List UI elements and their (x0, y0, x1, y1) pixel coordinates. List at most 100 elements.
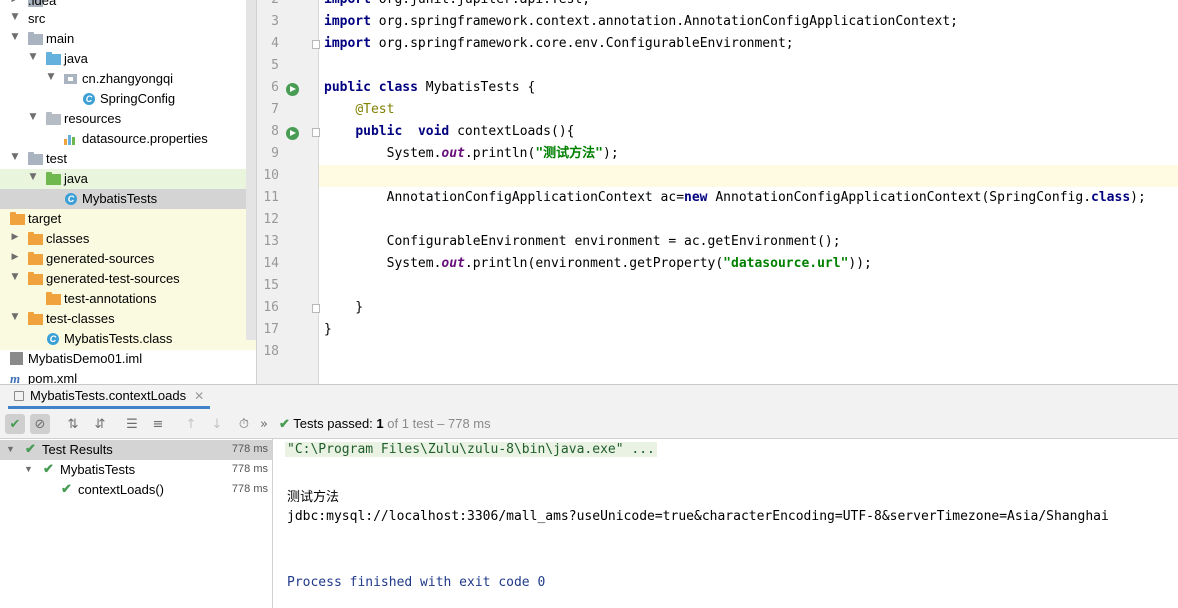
console-output[interactable]: "C:\Program Files\Zulu\zulu-8\bin\java.e… (274, 439, 1178, 608)
tree-item-main-java[interactable]: ▼ java (0, 49, 246, 69)
chevron-down-icon[interactable]: ▼ (10, 32, 20, 42)
expand-all-button[interactable]: ☰ (122, 414, 142, 434)
tree-item-test-java[interactable]: ▼ java (0, 169, 246, 189)
code-line[interactable] (319, 55, 1178, 77)
class-icon: C (82, 92, 97, 106)
chevron-down-icon[interactable]: ▼ (28, 52, 38, 62)
line-number: 6 (271, 80, 279, 95)
tree-item-label: MybatisTests.class (64, 331, 173, 346)
chevron-down-icon[interactable]: ▼ (10, 152, 20, 162)
chevron-down-icon[interactable]: ▼ (10, 272, 20, 282)
excluded-folder-icon (28, 232, 43, 246)
chevron-down-icon[interactable]: ▼ (28, 112, 38, 122)
more-chevron-icon[interactable]: » (254, 414, 274, 434)
tree-item-resources[interactable]: ▼ resources (0, 109, 246, 129)
chevron-down-icon[interactable]: ▼ (10, 312, 20, 322)
properties-file-icon (64, 132, 79, 146)
tree-item-datasource-properties[interactable]: datasource.properties (0, 129, 246, 149)
result-row-method[interactable]: ✔ contextLoads() 778 ms (0, 480, 272, 500)
tree-item-generated-test-sources[interactable]: ▼ generated-test-sources (0, 269, 246, 289)
code-line[interactable]: AnnotationConfigApplicationContext ac=ne… (319, 187, 1178, 209)
passed-icon: ✔ (43, 461, 54, 476)
result-row-root[interactable]: ▼ ✔ Test Results 778 ms (0, 440, 272, 460)
excluded-folder-icon (28, 272, 43, 286)
line-number: 15 (263, 278, 279, 293)
line-number: 16 (263, 300, 279, 315)
chevron-right-icon[interactable]: ▶ (10, 0, 20, 4)
code-line[interactable]: } (319, 297, 1178, 319)
code-line[interactable]: import org.springframework.core.env.Conf… (319, 33, 1178, 55)
sort-by-duration-button[interactable]: ⇵ (90, 414, 110, 434)
code-line[interactable]: import org.junit.jupiter.api.Test; (319, 0, 1178, 11)
editor-gutter[interactable]: 2 3 4 5 6 7 8 9 10 11 12 13 14 15 16 17 … (257, 0, 320, 384)
close-icon[interactable]: ✕ (194, 389, 204, 403)
code-line-current[interactable] (319, 165, 1178, 187)
chevron-down-icon[interactable]: ▼ (24, 464, 33, 474)
code-line[interactable] (319, 209, 1178, 231)
status-prefix: Tests passed: (293, 416, 373, 431)
tree-item-mybatistests-class[interactable]: C MybatisTests.class (0, 329, 246, 349)
code-line[interactable]: System.out.println("测试方法"); (319, 143, 1178, 165)
code-editor[interactable]: 2 3 4 5 6 7 8 9 10 11 12 13 14 15 16 17 … (256, 0, 1178, 384)
run-config-icon (14, 390, 24, 401)
line-number: 17 (263, 322, 279, 337)
passed-icon: ✔ (61, 481, 72, 496)
tree-item-label: test-classes (46, 311, 115, 326)
run-class-icon[interactable] (286, 83, 299, 96)
tree-item-src[interactable]: ▼ src (0, 9, 246, 29)
result-time: 778 ms (231, 463, 268, 475)
next-test-button[interactable]: ↓ (207, 414, 227, 434)
code-line[interactable]: System.out.println(environment.getProper… (319, 253, 1178, 275)
status-count: 1 (376, 416, 384, 431)
ide-window: ▶ .idea ▼ src ▼ main ▼ java ▼ cn.zhangyo… (0, 0, 1178, 608)
code-line[interactable]: import org.springframework.context.annot… (319, 11, 1178, 33)
show-ignored-button[interactable]: ⊘ (30, 414, 50, 434)
tree-item-test-classes[interactable]: ▼ test-classes (0, 309, 246, 329)
tree-item-target[interactable]: target (0, 209, 246, 229)
result-row-class[interactable]: ▼ ✔ MybatisTests 778 ms (0, 460, 272, 480)
code-line[interactable]: } (319, 319, 1178, 341)
tree-item-springconfig[interactable]: C SpringConfig (0, 89, 246, 109)
project-tree-scrollbar[interactable] (246, 0, 256, 340)
tree-item-test[interactable]: ▼ test (0, 149, 246, 169)
tree-item-pom[interactable]: m pom.xml (0, 369, 246, 384)
tree-item-generated-sources[interactable]: ▶ generated-sources (0, 249, 246, 269)
test-results-tree: ▼ ✔ Test Results 778 ms ▼ ✔ MybatisTests… (0, 439, 273, 608)
tree-item-package[interactable]: ▼ cn.zhangyongqi (0, 69, 246, 89)
chevron-down-icon[interactable]: ▼ (28, 172, 38, 182)
tree-item-test-annotations[interactable]: test-annotations (0, 289, 246, 309)
code-line[interactable]: ConfigurableEnvironment environment = ac… (319, 231, 1178, 253)
code-line[interactable]: public void contextLoads(){ (319, 121, 1178, 143)
line-number: 2 (257, 0, 279, 7)
tree-item-iml[interactable]: MybatisDemo01.iml (0, 349, 246, 369)
console-exit-line: Process finished with exit code 0 (287, 575, 546, 590)
chevron-right-icon[interactable]: ▶ (10, 232, 20, 242)
previous-test-button[interactable]: ↑ (181, 414, 201, 434)
line-number: 11 (263, 190, 279, 205)
chevron-right-icon[interactable]: ▶ (10, 252, 20, 262)
chevron-down-icon[interactable]: ▼ (46, 72, 56, 82)
tree-item-label: src (28, 11, 46, 26)
folder-icon (28, 32, 43, 46)
line-number: 10 (263, 168, 279, 183)
test-status: ✔ Tests passed: 1 of 1 test – 778 ms (279, 416, 491, 432)
history-icon[interactable]: ⏱ (234, 414, 254, 434)
code-line[interactable] (319, 341, 1178, 363)
code-line[interactable]: public class MybatisTests { (319, 77, 1178, 99)
chevron-down-icon[interactable]: ▼ (10, 12, 20, 22)
run-test-icon[interactable] (286, 127, 299, 140)
collapse-all-button[interactable]: ≡ (148, 414, 168, 434)
line-number: 9 (271, 146, 279, 161)
tree-item-main[interactable]: ▼ main (0, 29, 246, 49)
console-command-line[interactable]: "C:\Program Files\Zulu\zulu-8\bin\java.e… (285, 442, 657, 457)
code-line[interactable] (319, 275, 1178, 297)
tree-item-label: .idea (28, 0, 57, 8)
test-runner-toolbar: ✔ ⊘ ⇅ ⇵ ☰ ≡ ↑ ↓ ⏱ » ✔ Tests passed: 1 of… (0, 409, 1178, 439)
tree-item-classes[interactable]: ▶ classes (0, 229, 246, 249)
sort-alphabetically-button[interactable]: ⇅ (63, 414, 83, 434)
tab-run-config[interactable]: MybatisTests.contextLoads ✕ (8, 385, 211, 409)
code-line[interactable]: @Test (319, 99, 1178, 121)
show-passed-button[interactable]: ✔ (5, 414, 25, 434)
chevron-down-icon[interactable]: ▼ (6, 444, 15, 454)
tree-item-mybatistests[interactable]: C MybatisTests (0, 189, 246, 209)
